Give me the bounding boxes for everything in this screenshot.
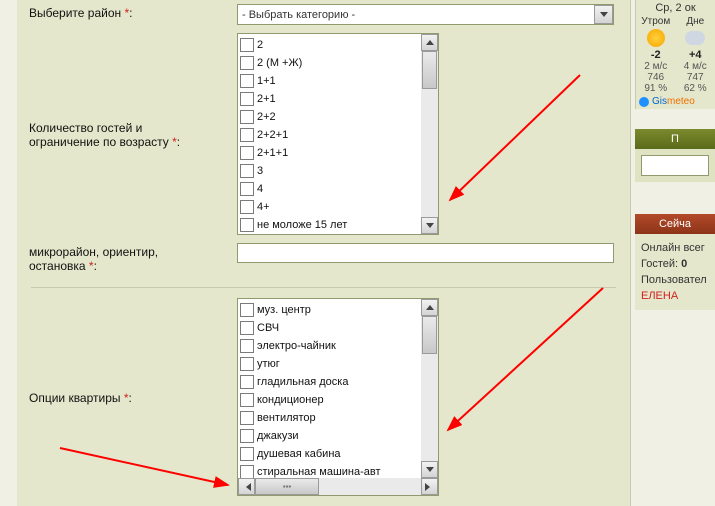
- list-item[interactable]: вентилятор: [240, 409, 438, 427]
- district-select[interactable]: - Выбрать категорию -: [237, 4, 614, 25]
- list-item[interactable]: 1+1: [240, 72, 438, 90]
- list-item-label: утюг: [257, 358, 280, 370]
- list-item-label: 3: [257, 165, 263, 177]
- list-item[interactable]: 2: [240, 36, 438, 54]
- weather-col-day: Дне +4 4 м/с 747 62 %: [676, 16, 715, 94]
- search-panel-title: П: [635, 129, 715, 149]
- options-scroll-up[interactable]: [421, 299, 438, 316]
- user-link[interactable]: ЕЛЕНА: [641, 288, 709, 304]
- checkbox[interactable]: [240, 375, 254, 389]
- list-item-label: 2 (М +Ж): [257, 57, 302, 69]
- list-item-label: 2+1+1: [257, 147, 288, 159]
- now-panel-title: Сейча: [635, 214, 715, 234]
- list-item[interactable]: 2+2+1: [240, 126, 438, 144]
- list-item-label: душевая кабина: [257, 448, 341, 460]
- online-block: Онлайн всег Гостей: 0 Пользовател ЕЛЕНА: [635, 234, 715, 310]
- list-item-label: 2+2: [257, 111, 276, 123]
- guests-scrollbar[interactable]: [421, 34, 438, 234]
- cloud-icon: [685, 31, 705, 45]
- checkbox[interactable]: [240, 56, 254, 70]
- list-item-label: электро-чайник: [257, 340, 336, 352]
- checkbox[interactable]: [240, 465, 254, 479]
- list-item[interactable]: СВЧ: [240, 319, 438, 337]
- guests-scroll-down[interactable]: [421, 217, 438, 234]
- checkbox[interactable]: [240, 164, 254, 178]
- checkbox[interactable]: [240, 200, 254, 214]
- options-hscroll-left[interactable]: [238, 478, 255, 495]
- weather-col-morning: Утром -2 2 м/с 746 91 %: [636, 16, 676, 94]
- list-item[interactable]: кондиционер: [240, 391, 438, 409]
- checkbox[interactable]: [240, 429, 254, 443]
- list-item-label: стиральная машина-авт: [257, 466, 381, 478]
- checkbox[interactable]: [240, 411, 254, 425]
- options-hscroll-thumb[interactable]: ▪▪▪: [255, 478, 319, 495]
- list-item[interactable]: 2 (М +Ж): [240, 54, 438, 72]
- list-item[interactable]: электро-чайник: [240, 337, 438, 355]
- sidebar-search-input[interactable]: [641, 155, 709, 176]
- list-item-label: не моложе 15 лет: [257, 219, 347, 231]
- options-scrollbar[interactable]: [421, 299, 438, 478]
- checkbox[interactable]: [240, 38, 254, 52]
- list-item[interactable]: 4: [240, 180, 438, 198]
- checkbox[interactable]: [240, 339, 254, 353]
- district-label: Выберите район *:: [29, 4, 237, 20]
- list-item[interactable]: гладильная доска: [240, 373, 438, 391]
- guests-label: Количество гостей и ограничение по возра…: [29, 119, 237, 149]
- micro-input[interactable]: [237, 243, 614, 263]
- district-selected: - Выбрать категорию -: [238, 9, 594, 21]
- list-item-label: 2: [257, 39, 263, 51]
- options-hscrollbar[interactable]: ▪▪▪: [238, 478, 438, 495]
- list-item-label: 2+2+1: [257, 129, 288, 141]
- list-item-label: джакузи: [257, 430, 299, 442]
- list-item-label: 4: [257, 183, 263, 195]
- list-item[interactable]: не моложе 15 лет: [240, 216, 438, 234]
- guests-listbox[interactable]: 2 2 (М +Ж) 1+1 2+1 2+2 2+2+1 2+1+1 3 4 4+ не молож…: [237, 33, 439, 235]
- list-item-label: 1+1: [257, 75, 276, 87]
- checkbox[interactable]: [240, 74, 254, 88]
- list-item-label: муз. центр: [257, 304, 311, 316]
- checkbox[interactable]: [240, 357, 254, 371]
- list-item[interactable]: 3: [240, 162, 438, 180]
- checkbox[interactable]: [240, 393, 254, 407]
- checkbox[interactable]: [240, 182, 254, 196]
- sun-icon: [647, 29, 665, 47]
- checkbox[interactable]: [240, 303, 254, 317]
- list-item[interactable]: 2+1+1: [240, 144, 438, 162]
- checkbox[interactable]: [240, 110, 254, 124]
- gismeteo-link[interactable]: Gismeteo: [636, 94, 715, 109]
- options-scroll-down[interactable]: [421, 461, 438, 478]
- checkbox[interactable]: [240, 447, 254, 461]
- list-item[interactable]: утюг: [240, 355, 438, 373]
- list-item-label: 4+: [257, 201, 270, 213]
- list-item-label: кондиционер: [257, 394, 324, 406]
- list-item-label: гладильная доска: [257, 376, 348, 388]
- list-item[interactable]: муз. центр: [240, 301, 438, 319]
- checkbox[interactable]: [240, 128, 254, 142]
- list-item[interactable]: 2+1: [240, 90, 438, 108]
- list-item-label: вентилятор: [257, 412, 316, 424]
- list-item[interactable]: 4+: [240, 198, 438, 216]
- options-listbox[interactable]: муз. центр СВЧ электро-чайник утюг гладильна…: [237, 298, 439, 496]
- gismeteo-icon: [639, 97, 649, 107]
- options-label: Опции квартиры *:: [29, 389, 237, 405]
- micro-label: микрорайон, ориентир, остановка *:: [29, 243, 237, 273]
- checkbox[interactable]: [240, 146, 254, 160]
- district-select-button[interactable]: [594, 5, 613, 24]
- list-item-label: 2+1: [257, 93, 276, 105]
- list-item[interactable]: душевая кабина: [240, 445, 438, 463]
- checkbox[interactable]: [240, 92, 254, 106]
- options-hscroll-right[interactable]: [421, 478, 438, 495]
- checkbox[interactable]: [240, 218, 254, 232]
- checkbox[interactable]: [240, 321, 254, 335]
- weather-date: Ср, 2 ок: [636, 0, 715, 16]
- list-item[interactable]: джакузи: [240, 427, 438, 445]
- guests-scroll-up[interactable]: [421, 34, 438, 51]
- list-item[interactable]: 2+2: [240, 108, 438, 126]
- list-item-label: СВЧ: [257, 322, 279, 334]
